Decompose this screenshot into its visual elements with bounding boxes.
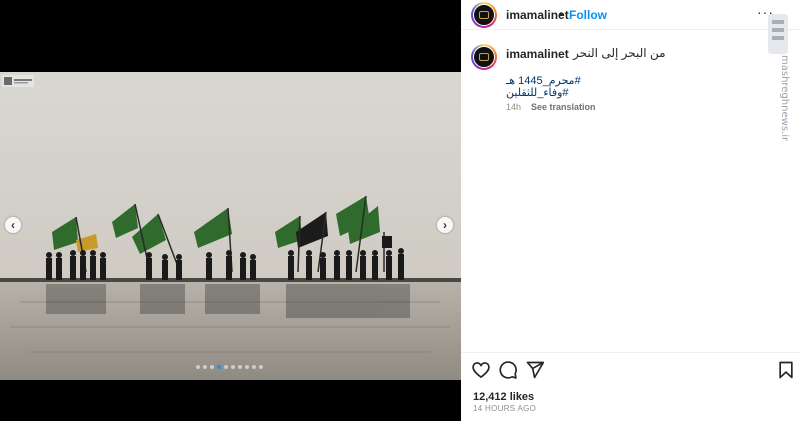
share-icon[interactable] [525, 360, 545, 380]
divider [461, 352, 800, 353]
caption-text: من البحر إلى النحر [573, 46, 666, 60]
carousel-dot [210, 365, 214, 369]
likes-count[interactable]: 12,412 likes [473, 391, 534, 403]
photo-image [0, 72, 461, 380]
carousel-dot [231, 365, 235, 369]
bookmark-icon[interactable] [776, 360, 796, 380]
carousel-prev-button[interactable]: ‹ [5, 217, 21, 233]
carousel-dot [245, 365, 249, 369]
carousel-dot [252, 365, 256, 369]
comment-avatar[interactable] [471, 44, 497, 70]
watermark-logo [2, 75, 34, 87]
heart-icon[interactable] [471, 360, 491, 380]
side-watermark-text: mashreghnews.ir [779, 55, 790, 142]
follow-button[interactable]: Follow [569, 8, 607, 22]
post-media: ‹ › [0, 0, 461, 421]
post-header: imamalinet • Follow ··· [461, 0, 800, 30]
carousel-dot [203, 365, 207, 369]
see-translation-link[interactable]: See translation [531, 102, 596, 112]
carousel-dots [196, 365, 263, 369]
carousel-dot [196, 365, 200, 369]
avatar[interactable] [471, 2, 497, 28]
comment-time: 14h [506, 102, 522, 112]
carousel-next-button[interactable]: › [437, 217, 453, 233]
post-time-ago: 14 HOURS AGO [473, 404, 537, 413]
comment-meta: 14h See translation [506, 102, 596, 112]
action-bar [461, 360, 800, 384]
post-panel: imamalinet • Follow ··· imamalinet من ال… [461, 0, 800, 421]
comment-username[interactable]: imamalinet [506, 47, 569, 61]
carousel-dot [217, 365, 221, 369]
carousel-dot [238, 365, 242, 369]
hashtag-link[interactable]: #وفاء_للثقلين [506, 86, 569, 99]
carousel-dot [259, 365, 263, 369]
comment-icon[interactable] [498, 360, 518, 380]
header-separator: • [559, 7, 564, 21]
carousel-dot [224, 365, 228, 369]
post-photo[interactable] [0, 72, 461, 380]
